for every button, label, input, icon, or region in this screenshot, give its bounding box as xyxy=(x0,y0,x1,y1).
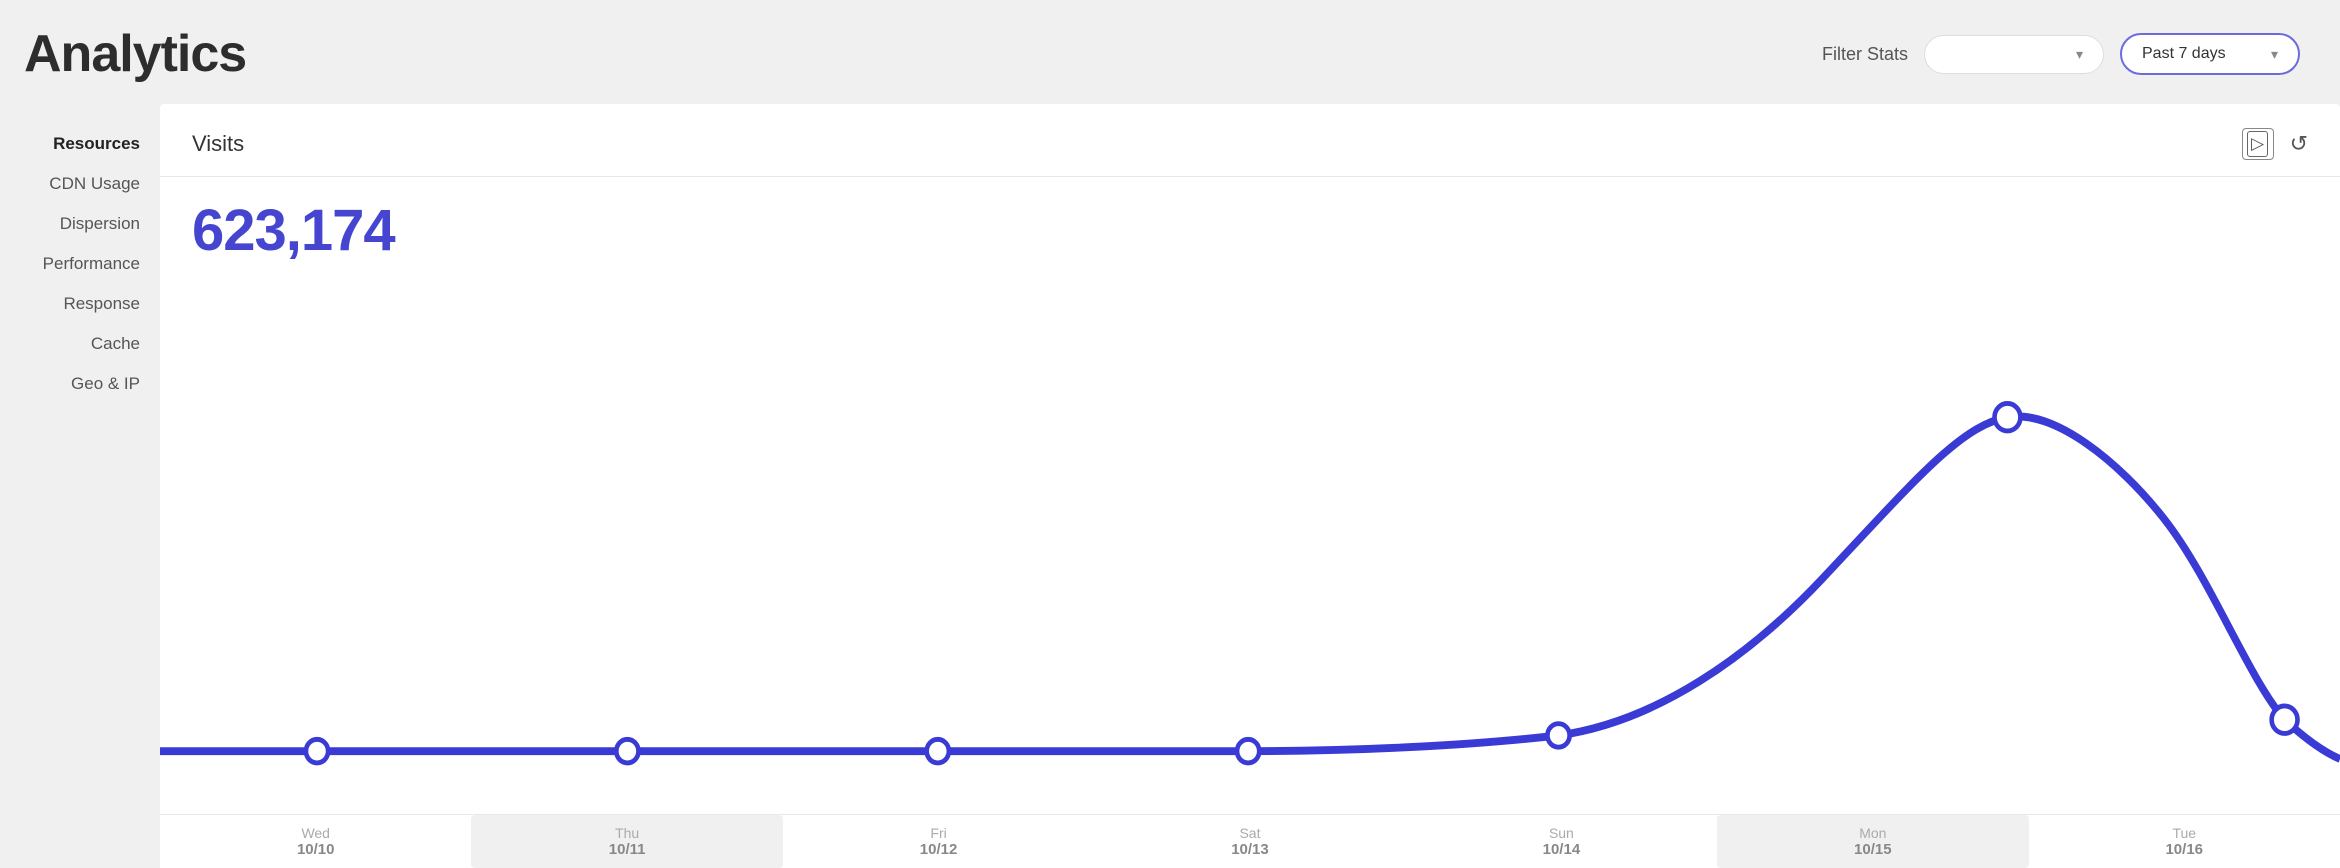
x-label-sat: Sat 10/13 xyxy=(1094,815,1405,868)
sidebar-item-dispersion[interactable]: Dispersion xyxy=(0,204,160,244)
filter-stats-dropdown[interactable]: ▾ xyxy=(1924,35,2104,74)
datapoint-sat xyxy=(1237,739,1259,763)
x-label-thu: Thu 10/11 xyxy=(471,815,782,868)
chart-header: Visits ▷ ↺ xyxy=(160,104,2340,177)
line-path xyxy=(160,416,2340,759)
sidebar-item-cache[interactable]: Cache xyxy=(0,324,160,364)
sidebar-item-geo-ip[interactable]: Geo & IP xyxy=(0,364,160,404)
chevron-down-icon-2: ▾ xyxy=(2271,46,2278,63)
sidebar: Resources CDN Usage Dispersion Performan… xyxy=(0,104,160,868)
x-label-tue: Tue 10/16 xyxy=(2029,815,2340,868)
time-range-dropdown[interactable]: Past 7 days ▾ xyxy=(2120,33,2300,75)
expand-button[interactable]: ▷ xyxy=(2242,128,2274,160)
x-label-mon: Mon 10/15 xyxy=(1717,815,2028,868)
page-header: Analytics Filter Stats ▾ Past 7 days ▾ xyxy=(0,0,2340,104)
chart-area xyxy=(160,264,2340,814)
datapoint-sun xyxy=(1547,724,1569,748)
filter-stats-label: Filter Stats xyxy=(1822,44,1908,65)
chart-title: Visits xyxy=(192,131,244,157)
main-layout: Resources CDN Usage Dispersion Performan… xyxy=(0,104,2340,868)
x-label-wed: Wed 10/10 xyxy=(160,815,471,868)
datapoint-fri xyxy=(927,739,949,763)
page-title: Analytics xyxy=(24,24,246,84)
reload-icon: ↺ xyxy=(2290,131,2308,156)
main-content: Visits ▷ ↺ 623,174 xyxy=(160,104,2340,868)
visits-line-chart xyxy=(160,264,2340,814)
datapoint-thu xyxy=(616,739,638,763)
sidebar-item-cdn-usage[interactable]: CDN Usage xyxy=(0,164,160,204)
sidebar-item-response[interactable]: Response xyxy=(0,284,160,324)
x-label-sun: Sun 10/14 xyxy=(1406,815,1717,868)
sidebar-item-resources[interactable]: Resources xyxy=(0,124,160,164)
time-range-value: Past 7 days xyxy=(2142,45,2226,63)
chart-actions: ▷ ↺ xyxy=(2242,128,2308,160)
datapoint-wed xyxy=(306,739,328,763)
reload-button[interactable]: ↺ xyxy=(2290,131,2308,157)
datapoint-mon xyxy=(1995,403,2021,431)
chevron-down-icon: ▾ xyxy=(2076,46,2083,63)
x-label-fri: Fri 10/12 xyxy=(783,815,1094,868)
x-axis: Wed 10/10 Thu 10/11 Fri 10/12 Sat 10/13 … xyxy=(160,814,2340,868)
expand-icon: ▷ xyxy=(2247,131,2268,157)
visits-total: 623,174 xyxy=(160,177,2340,264)
datapoint-tue xyxy=(2272,706,2298,734)
header-controls: Filter Stats ▾ Past 7 days ▾ xyxy=(1822,33,2300,75)
sidebar-item-performance[interactable]: Performance xyxy=(0,244,160,284)
